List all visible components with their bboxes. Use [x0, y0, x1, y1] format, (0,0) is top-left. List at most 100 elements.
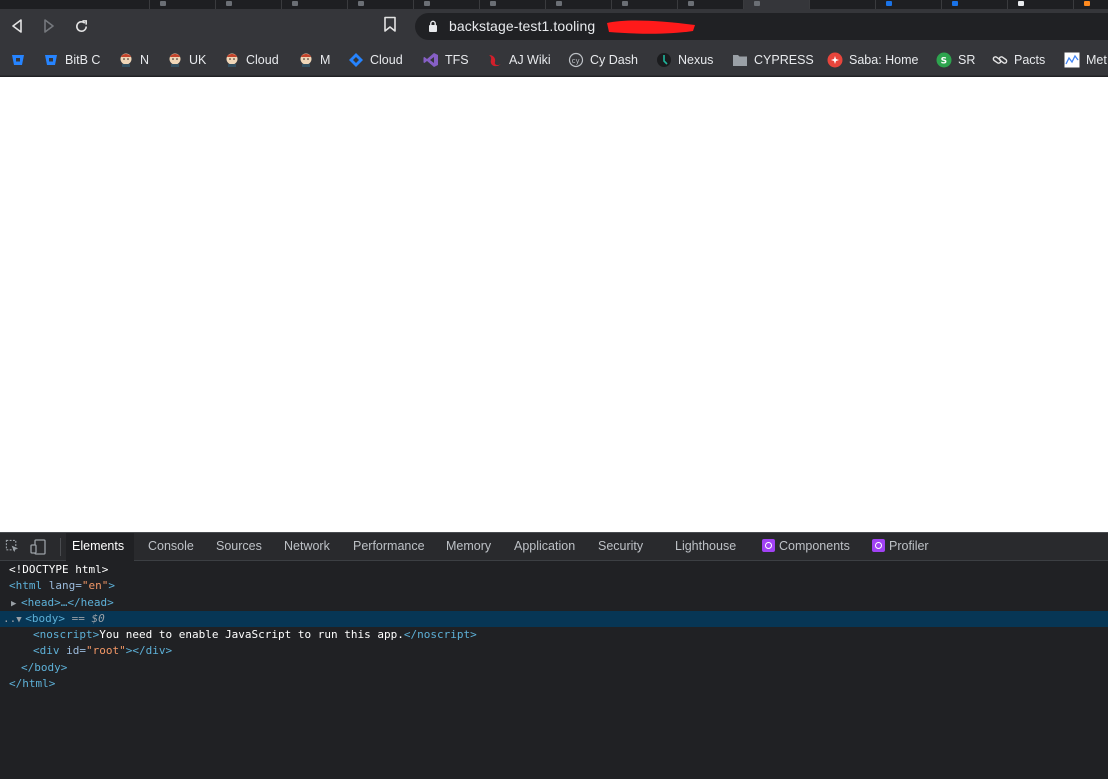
- device-toolbar-button[interactable]: [30, 539, 46, 555]
- bookmark-item[interactable]: Cloud: [348, 50, 403, 70]
- devtools-tab-sources[interactable]: Sources: [210, 533, 270, 561]
- dom-node-html-close[interactable]: </html>: [0, 676, 1108, 692]
- bookmark-item[interactable]: Cloud: [224, 50, 279, 70]
- devtools-tab-label: Console: [148, 539, 194, 553]
- tab-favicon-icon: [160, 1, 166, 6]
- bookmark-label: BitB C: [65, 53, 101, 67]
- noscript-close-tag: </noscript>: [403, 628, 477, 642]
- dom-node-doctype[interactable]: <!DOCTYPE html>: [0, 562, 1108, 578]
- browser-tab[interactable]: [348, 0, 414, 9]
- dom-node-root-div[interactable]: <div id="root"></div>: [0, 643, 1108, 659]
- devtools-tab-elements[interactable]: Elements: [66, 533, 134, 561]
- bookmark-item[interactable]: cy Cy Dash: [568, 50, 638, 70]
- bookmark-item[interactable]: AJ Wiki: [487, 50, 551, 70]
- devtools-tab-label: Components: [779, 539, 850, 553]
- devtools-tab-profiler[interactable]: Profiler: [866, 533, 936, 561]
- dom-node-html[interactable]: <html lang="en">: [0, 578, 1108, 594]
- dom-node-head[interactable]: ▶ <head>…</head>: [0, 595, 1108, 611]
- browser-tab[interactable]: [282, 0, 348, 9]
- devtools-tab-memory[interactable]: Memory: [440, 533, 500, 561]
- toolbar-divider: [60, 538, 61, 556]
- doctype-text: <!DOCTYPE html>: [9, 563, 109, 576]
- browser-tab[interactable]: [612, 0, 678, 9]
- devtools-tab-label: Lighthouse: [675, 539, 737, 553]
- bookmark-item[interactable]: TFS: [423, 50, 469, 70]
- collapse-triangle-icon[interactable]: ▼: [16, 612, 25, 628]
- bookmark-item[interactable]: Met: [1064, 50, 1107, 70]
- browser-tab[interactable]: [876, 0, 942, 9]
- reload-button[interactable]: [70, 15, 92, 37]
- bookmark-label: CYPRESS: [754, 53, 814, 67]
- bookmarks-bar: BitB C N UK Cloud M Cloud TFS AJ Wiki cy Cy Dash N…: [0, 43, 1108, 76]
- bookmark-label: Met: [1086, 53, 1107, 67]
- browser-tab[interactable]: [1008, 0, 1074, 9]
- bookmark-label: Cloud: [370, 53, 403, 67]
- address-bar[interactable]: backstage-test1.tooling: [415, 13, 1108, 40]
- bookmark-item[interactable]: Pacts: [992, 50, 1045, 70]
- devtools-tab-console[interactable]: Console: [142, 533, 202, 561]
- browser-tab[interactable]: [678, 0, 744, 9]
- browser-toolbar: backstage-test1.tooling: [0, 9, 1108, 43]
- bookmark-icon: [384, 16, 396, 32]
- browser-tab[interactable]: [216, 0, 282, 9]
- dom-node-body-selected[interactable]: ..▼ <body> == $0: [0, 610, 1108, 628]
- bookmark-label: Cy Dash: [590, 53, 638, 67]
- bookmark-item[interactable]: Saba: Home: [827, 50, 918, 70]
- tab-favicon-icon: [226, 1, 232, 6]
- browser-tab[interactable]: [546, 0, 612, 9]
- bookmark-item[interactable]: UK: [167, 50, 206, 70]
- devtools-tab-components[interactable]: Components: [756, 533, 854, 561]
- bookmark-item[interactable]: BitB C: [43, 50, 100, 70]
- bookmark-item[interactable]: M: [298, 50, 330, 70]
- div-open-tag: <div: [33, 644, 60, 658]
- devtools-tab-label: Sources: [216, 539, 262, 553]
- lock-icon: [429, 20, 437, 32]
- body-close-tag: </body>: [21, 660, 68, 674]
- bookmark-label: M: [320, 53, 331, 67]
- selected-element-marker: == $0: [71, 611, 105, 625]
- bookmark-item[interactable]: Nexus: [656, 50, 713, 70]
- page-viewport[interactable]: [0, 77, 1108, 532]
- tab-favicon-icon: [556, 1, 562, 6]
- browser-tab[interactable]: [414, 0, 480, 9]
- devtools-tab-label: Performance: [353, 539, 425, 553]
- expand-triangle-icon[interactable]: ▶: [11, 596, 21, 612]
- devtools-tab-performance[interactable]: Performance: [347, 533, 432, 561]
- devtools-tab-security[interactable]: Security: [592, 533, 662, 561]
- bitbucket-icon: [43, 52, 59, 68]
- browser-tab[interactable]: [0, 0, 150, 9]
- saba-icon: [827, 52, 843, 68]
- id-attr-value: "root": [86, 644, 126, 658]
- dom-tree: <!DOCTYPE html> <html lang="en"> ▶ <head>…: [0, 562, 1108, 692]
- bookmark-label: TFS: [445, 53, 469, 67]
- browser-tab[interactable]: [810, 0, 876, 9]
- back-button[interactable]: [6, 15, 28, 37]
- inspect-element-button[interactable]: [5, 539, 21, 555]
- bookmark-item[interactable]: [10, 50, 26, 70]
- jenkins-icon: [224, 52, 240, 68]
- div-close-tag: ></div>: [125, 644, 173, 658]
- html-open-tag: <html: [9, 579, 43, 593]
- lang-attr-name: lang: [48, 579, 76, 593]
- devtools-tab-network[interactable]: Network: [278, 533, 340, 561]
- tab-favicon-icon: [754, 1, 760, 6]
- dom-node-noscript[interactable]: <noscript>You need to enable JavaScript …: [0, 627, 1108, 643]
- noscript-text: You need to enable JavaScript to run thi…: [99, 628, 404, 642]
- tab-favicon-icon: [886, 1, 892, 6]
- jenkins-icon: [118, 52, 134, 68]
- browser-tab-active[interactable]: [744, 0, 810, 9]
- browser-tab[interactable]: [1074, 0, 1108, 9]
- bookmark-item[interactable]: N: [118, 50, 149, 70]
- devtools-tab-application[interactable]: Application: [508, 533, 584, 561]
- browser-tab[interactable]: [480, 0, 546, 9]
- bookmark-page-button[interactable]: [383, 16, 397, 38]
- devtools-tab-lighthouse[interactable]: Lighthouse: [669, 533, 739, 561]
- svg-text:cy: cy: [572, 57, 580, 65]
- browser-tab[interactable]: [942, 0, 1008, 9]
- bookmark-item[interactable]: S SR: [936, 50, 975, 70]
- browser-tab[interactable]: [150, 0, 216, 9]
- forward-button[interactable]: [38, 15, 60, 37]
- dom-node-body-close[interactable]: </body>: [0, 660, 1108, 676]
- bookmark-item[interactable]: CYPRESS: [732, 50, 814, 70]
- link-icon: [992, 52, 1008, 68]
